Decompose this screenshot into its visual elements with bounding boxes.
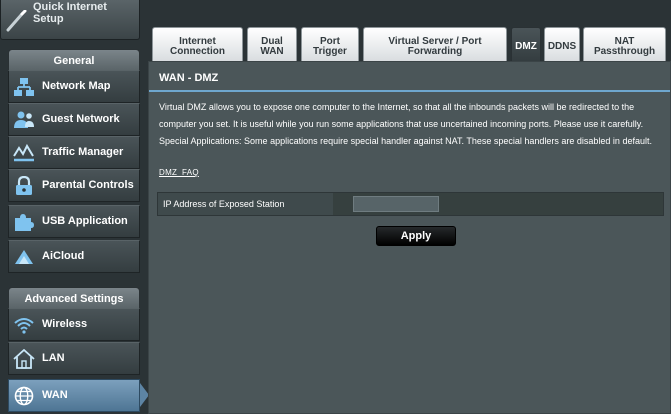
tab-internet-connection[interactable]: Internet Connection [152,27,243,61]
sidebar-item-guest-network[interactable]: Guest Network [8,103,140,136]
exposed-station-row: IP Address of Exposed Station [157,192,664,216]
title-divider [149,90,670,92]
settings-panel: WAN - DMZ Virtual DMZ allows you to expo… [148,61,671,414]
sidebar-item-network-map[interactable]: Network Map [8,70,140,103]
puzzle-icon [15,214,34,231]
globe-icon [14,386,34,406]
home-icon [13,349,35,369]
tab-label-line1: NAT [614,35,635,47]
tab-label-line2: Connection [170,45,225,57]
tab-label-line2: Passthrough [593,45,656,57]
page-title: WAN - DMZ [159,72,219,84]
sidebar-item-label: LAN [42,352,65,364]
magic-wand-icon [6,10,27,32]
sidebar-item-label: Parental Controls [42,179,134,191]
sidebar-item-wan[interactable]: WAN [8,379,140,412]
sidebar-item-label: Wireless [42,318,88,330]
advanced-settings-header: Advanced Settings [8,287,140,309]
exposed-station-ip-input[interactable] [353,196,439,212]
network-map-icon [14,78,34,96]
sidebar: Quick Internet Setup General Network Map… [0,0,149,414]
sidebar-item-lan[interactable]: LAN [8,342,140,375]
sidebar-item-label: AiCloud [42,250,85,262]
tab-virtual-server[interactable]: Virtual Server / Port Forwarding [363,27,507,61]
sidebar-item-label: Traffic Manager [42,146,124,158]
sidebar-item-traffic-manager[interactable]: Traffic Manager [8,136,140,169]
tab-label-line1: Dual [261,35,283,47]
tab-nat-passthrough[interactable]: NAT Passthrough [583,27,666,61]
tab-dmz[interactable]: DMZ [511,27,541,61]
general-header: General [8,49,140,71]
guest-network-icon [14,111,34,128]
router-admin-page: Quick Internet Setup General Network Map… [0,0,671,414]
tab-port-trigger[interactable]: Port Trigger [301,27,359,61]
tab-label-line2: Trigger [313,45,347,57]
dmz-description: Virtual DMZ allows you to expose one com… [159,102,652,146]
wifi-icon [14,318,34,334]
tab-label-line1: DMZ [515,40,537,52]
main-content: Internet Connection Dual WAN Port Trigger V… [148,0,671,414]
exposed-station-label: IP Address of Exposed Station [158,193,333,215]
quick-internet-setup-button[interactable]: Quick Internet Setup [0,0,140,40]
dmz-faq-link[interactable]: DMZ_FAQ [159,168,199,177]
sidebar-item-label: USB Application [42,215,128,227]
sidebar-item-label: Guest Network [42,113,120,125]
apply-button[interactable]: Apply [376,226,456,246]
tab-bar: Internet Connection Dual WAN Port Trigger V… [148,27,671,61]
sidebar-item-wireless[interactable]: Wireless [8,308,140,341]
sidebar-item-label: Network Map [42,80,111,92]
sidebar-item-parental-controls[interactable]: Parental Controls [8,169,140,202]
tab-label-line1: DDNS [547,40,577,52]
quick-internet-setup-label: Quick Internet Setup [33,1,107,25]
tab-dual-wan[interactable]: Dual WAN [247,27,297,61]
cloud-icon [15,250,33,264]
tab-label-line1: Port [320,35,340,47]
traffic-manager-icon [13,143,34,162]
tab-label-line1: Virtual Server / Port [388,35,482,47]
sidebar-item-usb-application[interactable]: USB Application [8,205,140,238]
sidebar-item-aicloud[interactable]: AiCloud [8,240,140,273]
tab-label-line1: Internet [179,35,216,47]
lock-icon [16,176,32,195]
tab-ddns[interactable]: DDNS [544,27,580,61]
tab-label-line2: WAN [260,45,284,57]
sidebar-item-label: WAN [42,389,68,401]
tab-label-line2: Forwarding [407,45,463,57]
